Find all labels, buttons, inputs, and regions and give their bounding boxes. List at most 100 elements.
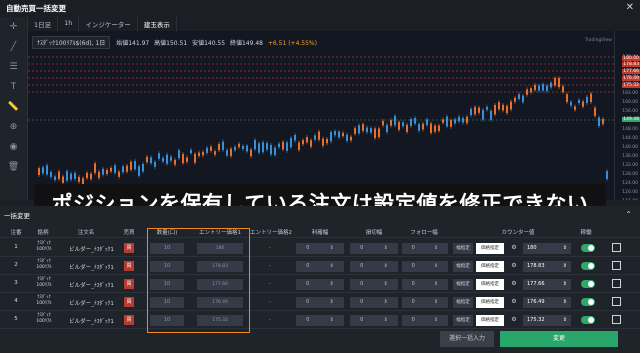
row-checkbox[interactable]: [612, 315, 621, 324]
stepper-arrows-icon[interactable]: ⇕: [384, 315, 388, 326]
row-checkbox[interactable]: [612, 243, 621, 252]
width-specify-button[interactable]: 幅指定: [453, 261, 473, 272]
quantity-field: 10: [150, 315, 184, 326]
stop-loss-stepper[interactable]: 0 ⇕: [350, 279, 398, 290]
change-button[interactable]: 変更: [500, 331, 618, 347]
stop-loss-stepper[interactable]: 0 ⇕: [350, 297, 398, 308]
trash-icon[interactable]: 🗑: [0, 157, 27, 177]
price-specify-button[interactable]: 価格指定: [476, 297, 504, 308]
stepper-arrows-icon[interactable]: ⇕: [563, 243, 567, 254]
counter-value-stepper[interactable]: 178.83 ⇕: [523, 261, 571, 272]
stepper-arrows-icon[interactable]: ⇕: [384, 261, 388, 272]
header-symbol: 銘柄: [37, 229, 49, 236]
stepper-arrows-icon[interactable]: ⇕: [563, 279, 567, 290]
table-row: 3 ﾅｽﾀﾞｯｸ 100ﾘｱﾙ ビルダー_ﾅｽﾀﾞｯｸ1 買 10 177.66…: [0, 276, 640, 293]
stop-loss-stepper[interactable]: 0 ⇕: [350, 243, 398, 254]
active-toggle[interactable]: [581, 262, 595, 270]
stepper-arrows-icon[interactable]: ⇕: [434, 315, 438, 326]
entry-price2-value: -: [269, 263, 271, 269]
stepper-arrows-icon[interactable]: ⇕: [330, 297, 334, 308]
gear-icon[interactable]: ⚙: [510, 298, 518, 305]
crosshair-icon[interactable]: ✛: [0, 17, 27, 37]
close-icon[interactable]: ✕: [626, 2, 634, 13]
counter-value-stepper[interactable]: 177.66 ⇕: [523, 279, 571, 290]
width-specify-button[interactable]: 幅指定: [453, 279, 473, 290]
stepper-arrows-icon[interactable]: ⇕: [563, 315, 567, 326]
counter-value-stepper[interactable]: 176.49 ⇕: [523, 297, 571, 308]
stepper-arrows-icon[interactable]: ⇕: [330, 261, 334, 272]
active-toggle[interactable]: [581, 280, 595, 288]
stepper-arrows-icon[interactable]: ⇕: [384, 243, 388, 254]
price-tick-label: 144.00: [622, 136, 638, 141]
take-profit-stepper[interactable]: 0 ⇕: [296, 297, 344, 308]
price-axis[interactable]: 178.00176.00172.00168.00164.00160.00156.…: [614, 31, 640, 200]
stepper-arrows-icon[interactable]: ⇕: [330, 279, 334, 290]
follow-stepper[interactable]: 0 ⇕: [402, 297, 448, 308]
drawing-toolbar: ✛ ╱ ☰ T 📏 ⊕ ◉ 🗑: [0, 17, 28, 200]
stepper-arrows-icon[interactable]: ⇕: [563, 261, 567, 272]
stop-loss-stepper[interactable]: 0 ⇕: [350, 315, 398, 326]
order-number: 2: [14, 262, 18, 268]
follow-stepper[interactable]: 0 ⇕: [402, 279, 448, 290]
price-specify-button[interactable]: 価格指定: [476, 243, 504, 254]
candle-body: [54, 176, 56, 180]
bulk-input-button[interactable]: 選択一括入力: [440, 331, 494, 347]
stepper-arrows-icon[interactable]: ⇕: [330, 243, 334, 254]
price-specify-button[interactable]: 価格指定: [476, 261, 504, 272]
symbol-label[interactable]: ﾅｽﾀﾞｯｸ100ﾘｱﾙ$(6d), 1日: [32, 36, 111, 49]
row-checkbox[interactable]: [612, 297, 621, 306]
tab-indicator[interactable]: インジケーター: [79, 17, 138, 31]
price-chart[interactable]: ﾅｽﾀﾞｯｸ100ﾘｱﾙ$(6d), 1日 始値141.97 高値150.51 …: [28, 31, 640, 200]
ruler-icon[interactable]: 📏: [0, 97, 27, 117]
stepper-arrows-icon[interactable]: ⇕: [563, 297, 567, 308]
gear-icon[interactable]: ⚙: [510, 316, 518, 323]
stepper-arrows-icon[interactable]: ⇕: [434, 243, 438, 254]
eye-icon[interactable]: ◉: [0, 137, 27, 157]
tab-timeframe-1h[interactable]: 1h: [58, 17, 80, 31]
text-icon[interactable]: T: [0, 77, 27, 97]
take-profit-stepper[interactable]: 0 ⇕: [296, 243, 344, 254]
price-specify-button[interactable]: 価格指定: [476, 279, 504, 290]
stepper-arrows-icon[interactable]: ⇕: [384, 297, 388, 308]
candle-body: [586, 96, 588, 103]
take-profit-stepper[interactable]: 0 ⇕: [296, 315, 344, 326]
stop-loss-stepper[interactable]: 0 ⇕: [350, 261, 398, 272]
stepper-arrows-icon[interactable]: ⇕: [330, 315, 334, 326]
candle-body: [214, 151, 216, 155]
tab-bulk-edit[interactable]: 一括変更: [4, 210, 30, 220]
gear-icon[interactable]: ⚙: [510, 244, 518, 251]
active-toggle[interactable]: [581, 316, 595, 324]
take-profit-stepper[interactable]: 0 ⇕: [296, 279, 344, 290]
trendline-icon[interactable]: ╱: [0, 37, 27, 57]
order-number: 4: [14, 298, 18, 304]
stepper-arrows-icon[interactable]: ⇕: [434, 297, 438, 308]
tab-position-display[interactable]: 建玉表示: [138, 17, 177, 31]
zoom-icon[interactable]: ⊕: [0, 117, 27, 137]
follow-stepper[interactable]: 0 ⇕: [402, 315, 448, 326]
row-checkbox[interactable]: [612, 279, 621, 288]
stepper-arrows-icon[interactable]: ⇕: [434, 279, 438, 290]
price-specify-button[interactable]: 価格指定: [476, 315, 504, 326]
candle-body: [58, 171, 60, 180]
follow-stepper[interactable]: 0 ⇕: [402, 261, 448, 272]
fib-icon[interactable]: ☰: [0, 57, 27, 77]
chevron-up-icon[interactable]: ⌃: [625, 210, 632, 219]
width-specify-button[interactable]: 幅指定: [453, 243, 473, 254]
tab-timeframe-1d[interactable]: 1日足: [28, 17, 59, 31]
take-profit-stepper[interactable]: 0 ⇕: [296, 261, 344, 272]
active-toggle[interactable]: [581, 298, 595, 306]
candle-body: [142, 163, 144, 172]
width-specify-button[interactable]: 幅指定: [453, 315, 473, 326]
counter-value-stepper[interactable]: 175.32 ⇕: [523, 315, 571, 326]
ohlc-open: 始値141.97: [116, 40, 150, 47]
candle-body: [514, 97, 516, 102]
follow-stepper[interactable]: 0 ⇕: [402, 243, 448, 254]
row-checkbox[interactable]: [612, 261, 621, 270]
stepper-arrows-icon[interactable]: ⇕: [384, 279, 388, 290]
active-toggle[interactable]: [581, 244, 595, 252]
counter-value-stepper[interactable]: 180 ⇕: [523, 243, 571, 254]
gear-icon[interactable]: ⚙: [510, 262, 518, 269]
gear-icon[interactable]: ⚙: [510, 280, 518, 287]
stepper-arrows-icon[interactable]: ⇕: [434, 261, 438, 272]
width-specify-button[interactable]: 幅指定: [453, 297, 473, 308]
